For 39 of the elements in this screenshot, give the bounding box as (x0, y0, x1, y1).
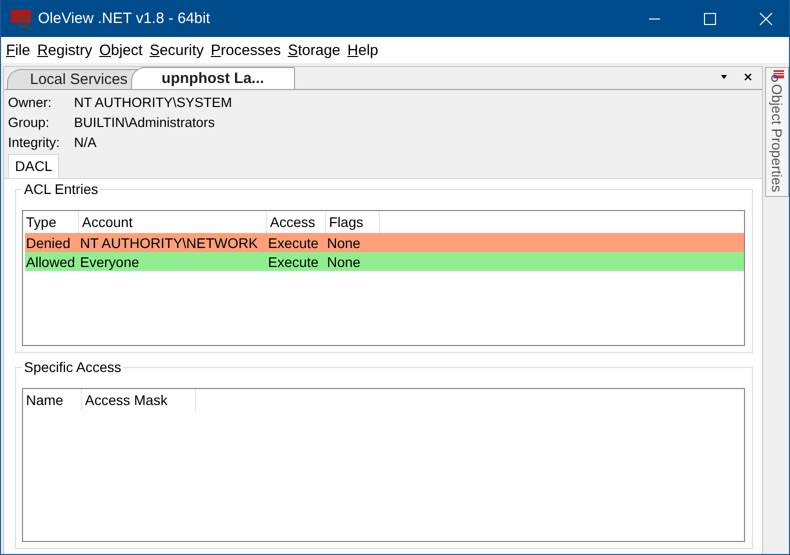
table-cell-text: Execute (267, 234, 320, 250)
document-tab[interactable]: Local Services (7, 69, 139, 89)
field-label: Group: (8, 114, 50, 130)
table-cell-text: None (326, 254, 362, 270)
document-tab[interactable]: upnphost La... (130, 67, 296, 89)
window-title: OleView .NET v1.8 - 64bit (38, 10, 210, 27)
table-cell-text: Everyone (79, 254, 140, 270)
field-label: Integrity: (8, 134, 61, 150)
menu-item[interactable]: Registry (37, 42, 92, 58)
access-list[interactable]: Name Access Mask (22, 388, 745, 542)
table-cell-text: Execute (267, 254, 320, 270)
group-title: ACL Entries (22, 181, 100, 197)
field-label: Owner: (8, 94, 53, 110)
menu-item[interactable]: Storage (288, 42, 340, 58)
table-cell-text: Denied (25, 234, 72, 250)
menu-item[interactable]: Processes (210, 42, 281, 58)
field-value: NT AUTHORITY\SYSTEM (74, 94, 232, 110)
table-cell-text: Allowed (25, 254, 76, 270)
acl-tab[interactable]: DACL (8, 154, 60, 178)
field-value: BUILTIN\Administrators (74, 114, 215, 130)
menu-item[interactable]: Object (99, 42, 143, 58)
table-cell-text: None (326, 234, 362, 250)
column-header[interactable]: Access Mask (82, 389, 196, 411)
group-title: Specific Access (22, 359, 124, 375)
table-cell-text: NT AUTHORITY\NETWORK (79, 234, 259, 250)
side-panel-label: Object Properties (769, 84, 785, 192)
side-panel-tab[interactable]: Object Properties (765, 67, 789, 198)
column-header[interactable]: Name (23, 389, 82, 411)
properties-icon (770, 70, 784, 82)
close-icon[interactable] (744, 73, 752, 81)
app-logo-icon (10, 8, 32, 30)
menu-item[interactable]: Security (150, 42, 204, 58)
list-row[interactable]: Denied NT AUTHORITY\NETWORK Execute None (25, 233, 744, 252)
dropdown-icon[interactable] (720, 73, 728, 81)
menu-item[interactable]: Help (347, 42, 378, 58)
acl-list[interactable]: Type Account Access Flags Denied NT AUTHORITY\NETWORK Execute None Allowed Everyone Execute None (22, 210, 745, 346)
field-value: N/A (74, 134, 97, 150)
menu-item[interactable]: File (6, 42, 30, 58)
list-row[interactable]: Allowed Everyone Execute None (25, 252, 744, 271)
